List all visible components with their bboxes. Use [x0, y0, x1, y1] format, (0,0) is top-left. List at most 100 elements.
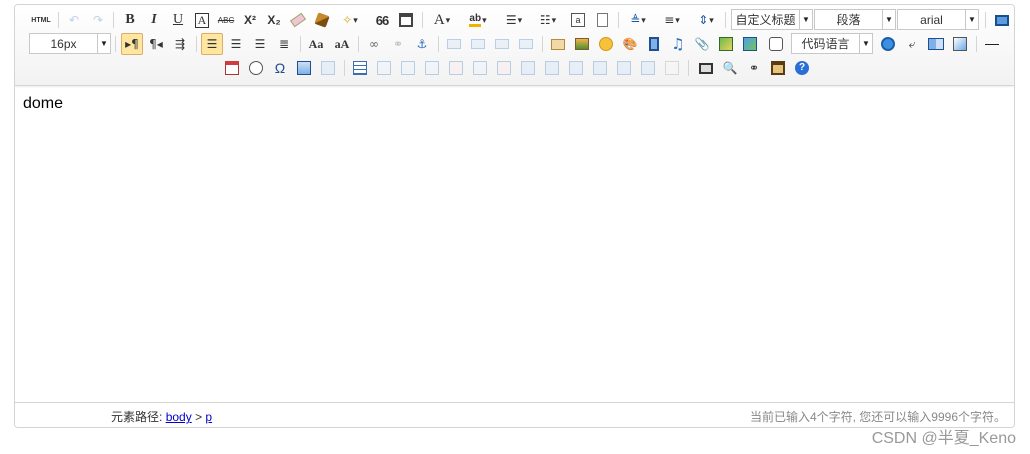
background-button[interactable]	[949, 33, 971, 55]
rowspacing-top-button[interactable]: ≜	[623, 9, 653, 31]
editor-content-area[interactable]: dome	[15, 86, 1014, 404]
wordimage-icon	[321, 61, 335, 75]
align-center-button[interactable]: ☰	[225, 33, 247, 55]
emotion-button[interactable]	[595, 33, 617, 55]
pagebreak-button[interactable]: ⤶	[901, 33, 923, 55]
charts-button[interactable]	[661, 57, 683, 79]
rowspacing-bottom-button[interactable]: ≡	[657, 9, 687, 31]
bold-button[interactable]: B	[119, 9, 141, 31]
charts-icon	[665, 61, 679, 75]
snapscreen-button[interactable]	[293, 57, 315, 79]
element-path-p-link[interactable]: p	[205, 410, 212, 424]
gmap-button[interactable]	[739, 33, 761, 55]
anchor-button[interactable]: ⚓	[411, 33, 433, 55]
directionality-rtl-button[interactable]: ¶◂	[145, 33, 167, 55]
undo-button[interactable]: ↶	[63, 9, 85, 31]
help-button[interactable]: ?	[791, 57, 813, 79]
chevron-down-icon: ▼	[882, 10, 895, 29]
chevron-down-icon: ▼	[965, 10, 978, 29]
font-family-select[interactable]: arial ▼	[897, 9, 979, 30]
insertparagraphbeforetable-button[interactable]	[397, 57, 419, 79]
imagenone-button[interactable]	[443, 33, 465, 55]
element-path-body-link[interactable]: body	[166, 410, 192, 424]
source-html-button[interactable]: HTML	[29, 9, 53, 31]
unordered-list-button[interactable]: ☷	[533, 9, 563, 31]
simpleupload-button[interactable]	[547, 33, 569, 55]
splittocells-button[interactable]	[589, 57, 611, 79]
ordered-list-button[interactable]: ☰	[499, 9, 529, 31]
print-button[interactable]	[695, 57, 717, 79]
splittorows-button[interactable]	[613, 57, 635, 79]
splittocols-button[interactable]	[637, 57, 659, 79]
backcolor-button[interactable]: ab	[463, 9, 493, 31]
uppercase-icon: Aa	[308, 37, 324, 51]
fontborder-button[interactable]: A	[191, 9, 213, 31]
align-justify-button[interactable]: ≣	[273, 33, 295, 55]
selectall-button[interactable]: a	[567, 9, 589, 31]
indent-button[interactable]: ⇶	[169, 33, 191, 55]
cleardoc-button[interactable]	[591, 9, 613, 31]
deleterow-button[interactable]	[445, 57, 467, 79]
redo-button[interactable]: ↷	[87, 9, 109, 31]
tolowercase-button[interactable]: aA	[331, 33, 353, 55]
mergecells-button[interactable]	[517, 57, 539, 79]
autotypeset-button[interactable]: ✧	[335, 9, 365, 31]
scrawl-button[interactable]: 🎨	[619, 33, 641, 55]
code-language-select[interactable]: 代码语言 ▼	[791, 33, 873, 54]
format-painter-button[interactable]	[311, 9, 333, 31]
insertrow-button[interactable]	[421, 57, 443, 79]
horizontal-rule-button[interactable]	[981, 33, 1003, 55]
attachment-button[interactable]: 📎	[691, 33, 713, 55]
superscript-button[interactable]: X²	[239, 9, 261, 31]
lineheight-button[interactable]: ⇕	[691, 9, 721, 31]
unlink-icon: ⚭	[392, 37, 404, 51]
fontborder-icon: A	[194, 12, 210, 28]
map-button[interactable]	[715, 33, 737, 55]
insertimage-button[interactable]	[571, 33, 593, 55]
insertvideo-button[interactable]	[643, 33, 665, 55]
highlight-icon: ab	[469, 13, 482, 27]
paragraph-select[interactable]: 段落 ▼	[814, 9, 896, 30]
music-button[interactable]: ♫	[667, 33, 689, 55]
insertframe-button[interactable]	[765, 33, 787, 55]
template-button[interactable]	[925, 33, 947, 55]
imageright-button[interactable]	[491, 33, 513, 55]
imagecenter-button[interactable]	[515, 33, 537, 55]
deletecol-button[interactable]	[493, 57, 515, 79]
font-size-select[interactable]: 16px ▼	[29, 33, 111, 54]
preview-button[interactable]: 🔍	[719, 57, 741, 79]
webapp-button[interactable]	[877, 33, 899, 55]
time-button[interactable]	[245, 57, 267, 79]
imageleft-button[interactable]	[467, 33, 489, 55]
strikethrough-button[interactable]: ABC	[215, 9, 237, 31]
horizontal-rule-icon	[985, 43, 999, 45]
redo-icon: ↷	[92, 13, 104, 27]
date-button[interactable]	[221, 57, 243, 79]
searchreplace-button[interactable]: ⚭	[743, 57, 765, 79]
touppercase-button[interactable]: Aa	[305, 33, 327, 55]
directionality-ltr-button[interactable]: ▸¶	[121, 33, 143, 55]
ltr-icon: ▸¶	[125, 37, 139, 51]
eraser-button[interactable]	[287, 9, 309, 31]
align-right-button[interactable]: ☰	[249, 33, 271, 55]
mergeright-button[interactable]	[541, 57, 563, 79]
italic-button[interactable]: I	[143, 9, 165, 31]
paste-plain-icon	[399, 13, 413, 27]
pasteplain-button[interactable]	[395, 9, 417, 31]
underline-button[interactable]: U	[167, 9, 189, 31]
unlink-button[interactable]: ⚭	[387, 33, 409, 55]
forecolor-button[interactable]: A	[427, 9, 457, 31]
wordimage-button[interactable]	[317, 57, 339, 79]
link-button[interactable]: ∞	[363, 33, 385, 55]
insertcol-button[interactable]	[469, 57, 491, 79]
subscript-button[interactable]: X₂	[263, 9, 285, 31]
fullscreen-button[interactable]	[991, 9, 1013, 31]
spechars-button[interactable]: Ω	[269, 57, 291, 79]
deletetable-button[interactable]	[373, 57, 395, 79]
inserttable-button[interactable]	[349, 57, 371, 79]
drafts-button[interactable]	[767, 57, 789, 79]
custom-heading-select[interactable]: 自定义标题 ▼	[731, 9, 813, 30]
align-left-button[interactable]: ☰	[201, 33, 223, 55]
mergedown-button[interactable]	[565, 57, 587, 79]
blockquote-button[interactable]: 66	[371, 9, 393, 31]
